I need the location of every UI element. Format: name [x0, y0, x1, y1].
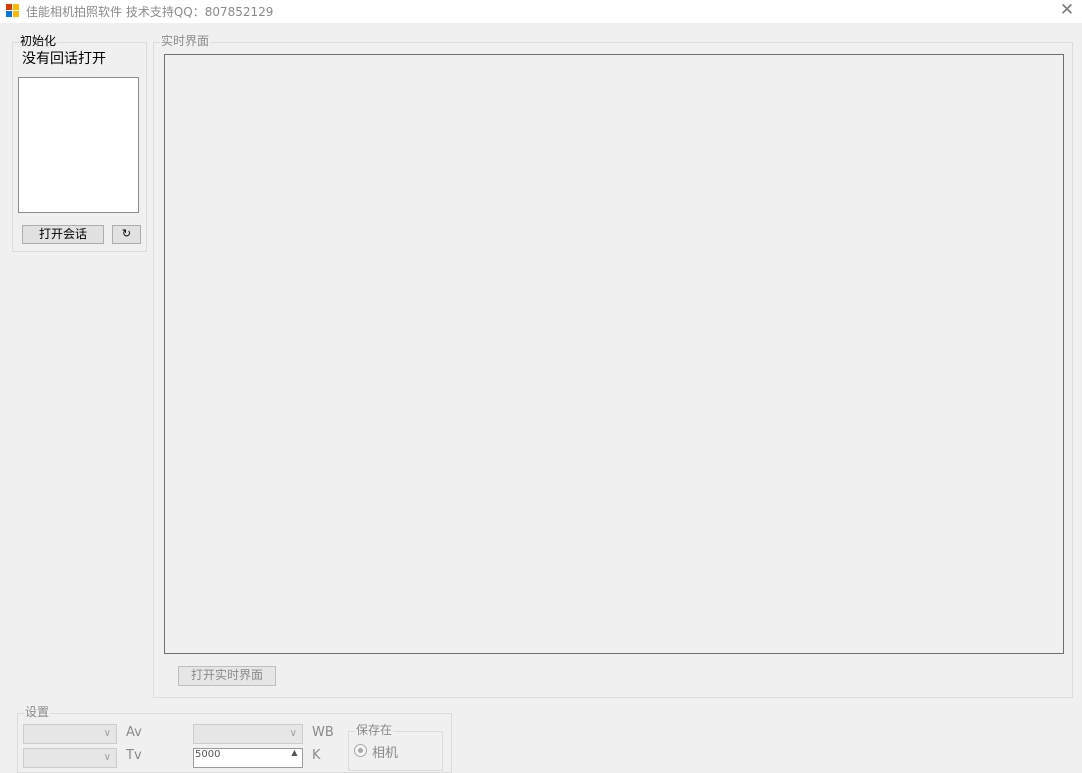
chevron-down-icon: ∨	[103, 728, 111, 739]
save-camera-label: 相机	[372, 746, 399, 761]
save-camera-radio[interactable]	[354, 744, 367, 757]
session-status-label: 没有回话打开	[22, 51, 106, 67]
refresh-button[interactable]: ↻	[112, 225, 141, 244]
tv-dropdown[interactable]: ∨	[23, 748, 117, 768]
live-view-groupbox-title: 实时界面	[160, 34, 211, 48]
wb-dropdown[interactable]: ∨	[193, 724, 303, 744]
av-dropdown[interactable]: ∨	[23, 724, 117, 744]
color-temperature-value: 5000	[195, 749, 221, 760]
k-label: K	[312, 748, 321, 763]
open-live-view-button[interactable]: 打开实时界面	[178, 666, 276, 686]
av-label: Av	[126, 725, 142, 740]
close-icon[interactable]: ✕	[1055, 0, 1079, 21]
open-session-button[interactable]: 打开会话	[22, 225, 104, 244]
window-title: 佳能相机拍照软件 技术支持QQ：807852129	[26, 5, 274, 19]
wb-label: WB	[312, 725, 334, 740]
settings-groupbox-title: 设置	[24, 705, 51, 719]
save-location-title: 保存在	[355, 723, 394, 737]
app-icon	[6, 4, 20, 18]
init-groupbox-title: 初始化	[19, 34, 58, 48]
tv-label: Tv	[126, 748, 142, 763]
radio-dot-icon	[358, 748, 363, 753]
chevron-down-icon: ∨	[289, 728, 297, 739]
live-view-picture	[164, 54, 1064, 654]
spin-up-icon[interactable]: ▲	[288, 749, 301, 757]
camera-list[interactable]	[18, 77, 139, 213]
